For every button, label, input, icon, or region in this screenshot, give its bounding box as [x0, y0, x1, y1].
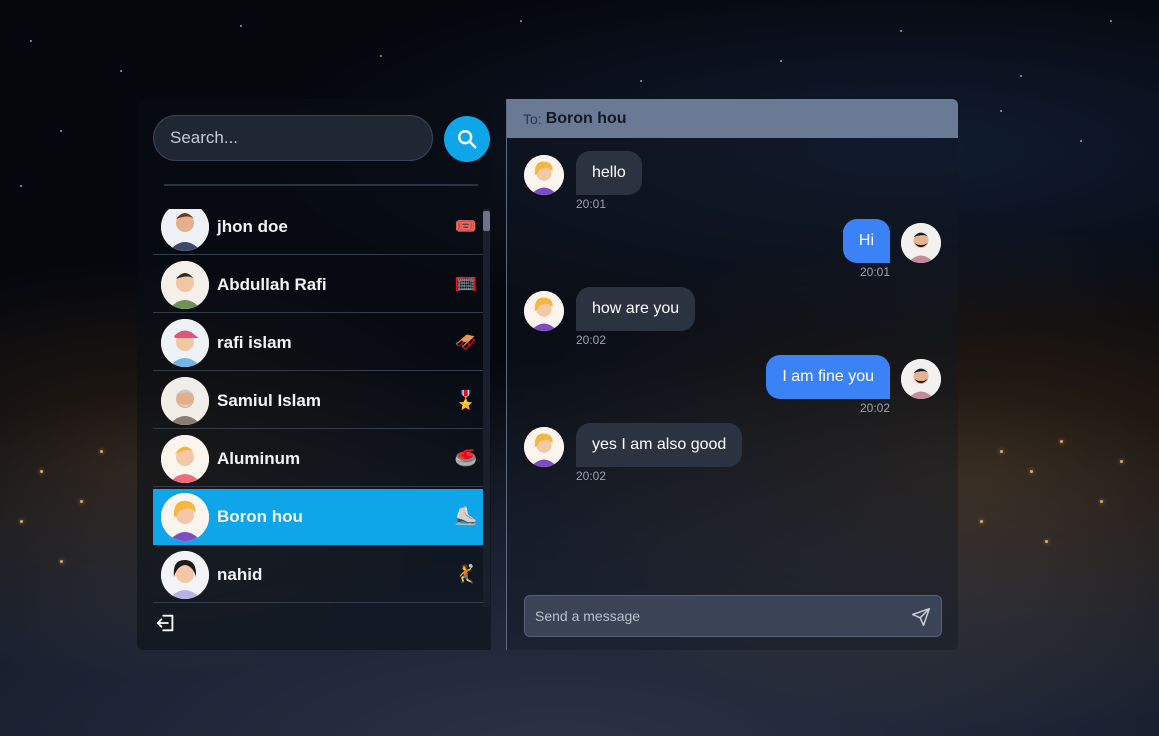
contact-emoji: 🤾	[454, 564, 478, 585]
woman-blonde-hair-avatar	[524, 427, 564, 467]
contact-emoji: 🎟️	[454, 216, 478, 237]
logout-icon	[156, 614, 174, 632]
contact-name: Boron hou	[217, 506, 303, 526]
contact-item[interactable]: Abdullah Rafi 🥅	[153, 257, 483, 313]
man-brown-hair-avatar	[161, 209, 209, 251]
contact-item[interactable]: Samiul Islam 🎖️	[153, 373, 483, 429]
chat-recipient-name: Boron hou	[545, 109, 627, 127]
message-bubble-incoming: hello	[576, 151, 642, 195]
scrollbar-thumb[interactable]	[483, 211, 490, 231]
contact-list: jhon doe 🎟️ Abdullah Rafi 🥅 rafi islam 🛷	[153, 209, 483, 607]
message-bubble-incoming: yes I am also good	[576, 423, 743, 467]
man-beard-avatar	[901, 223, 941, 263]
contact-item[interactable]: jhon doe 🎟️	[153, 209, 483, 255]
contacts-panel: jhon doe 🎟️ Abdullah Rafi 🥅 rafi islam 🛷	[137, 99, 491, 650]
message-time: 20:01	[576, 197, 607, 211]
message-composer	[524, 595, 942, 637]
woman-blonde-hair-avatar	[161, 492, 209, 541]
woman-blonde-hair-avatar	[524, 291, 564, 331]
message-bubble-outgoing: I am fine you	[766, 355, 890, 399]
contact-list-scrollbar[interactable]	[483, 209, 490, 607]
logout-button[interactable]	[155, 612, 177, 634]
contact-item[interactable]: Aluminum 🥌	[153, 431, 483, 487]
contact-name: nahid	[217, 564, 263, 584]
search-input[interactable]	[154, 116, 432, 160]
old-man-grey-hair-avatar	[161, 376, 209, 425]
search-icon	[458, 130, 477, 149]
contact-item[interactable]: rafi islam 🛷	[153, 315, 483, 371]
send-icon	[911, 607, 931, 627]
chat-header: To: Boron hou	[507, 99, 958, 138]
contact-item-active[interactable]: Boron hou ⛸️	[153, 489, 483, 545]
man-beard-avatar	[901, 359, 941, 399]
message-bubble-outgoing: Hi	[842, 219, 890, 263]
contact-name: rafi islam	[217, 332, 292, 352]
contact-name: Abdullah Rafi	[217, 274, 327, 294]
boy-pink-cap-avatar	[161, 318, 209, 367]
send-button[interactable]	[911, 607, 931, 627]
messenger-app: jhon doe 🎟️ Abdullah Rafi 🥅 rafi islam 🛷	[137, 99, 958, 650]
search-divider	[164, 184, 478, 186]
contact-emoji: 🎖️	[454, 390, 478, 411]
woman-pink-sweater-avatar	[161, 434, 209, 483]
chat-to-label: To:	[523, 110, 542, 127]
chat-panel: To: Boron hou hello 20:01 Hi 20:01 how a…	[507, 99, 958, 650]
woman-black-hair-avatar	[161, 550, 209, 599]
contact-name: Aluminum	[217, 448, 301, 468]
message-input[interactable]	[525, 596, 941, 636]
woman-blonde-hair-avatar	[524, 155, 564, 195]
contact-emoji: 🥌	[454, 448, 478, 469]
message-bubble-incoming: how are you	[576, 287, 696, 331]
man-green-shirt-avatar	[161, 260, 209, 309]
search-button[interactable]	[444, 116, 490, 162]
message-time: 20:02	[576, 469, 607, 483]
contact-item[interactable]: nahid 🤾	[153, 547, 483, 603]
contact-emoji: 🥅	[454, 274, 478, 295]
message-time: 20:02	[859, 401, 890, 415]
message-time: 20:02	[576, 333, 607, 347]
search-box	[153, 115, 433, 161]
contact-emoji: ⛸️	[454, 506, 478, 527]
contact-name: jhon doe	[217, 216, 288, 236]
contact-name: Samiul Islam	[217, 390, 321, 410]
contact-emoji: 🛷	[454, 332, 478, 353]
message-time: 20:01	[859, 265, 890, 279]
